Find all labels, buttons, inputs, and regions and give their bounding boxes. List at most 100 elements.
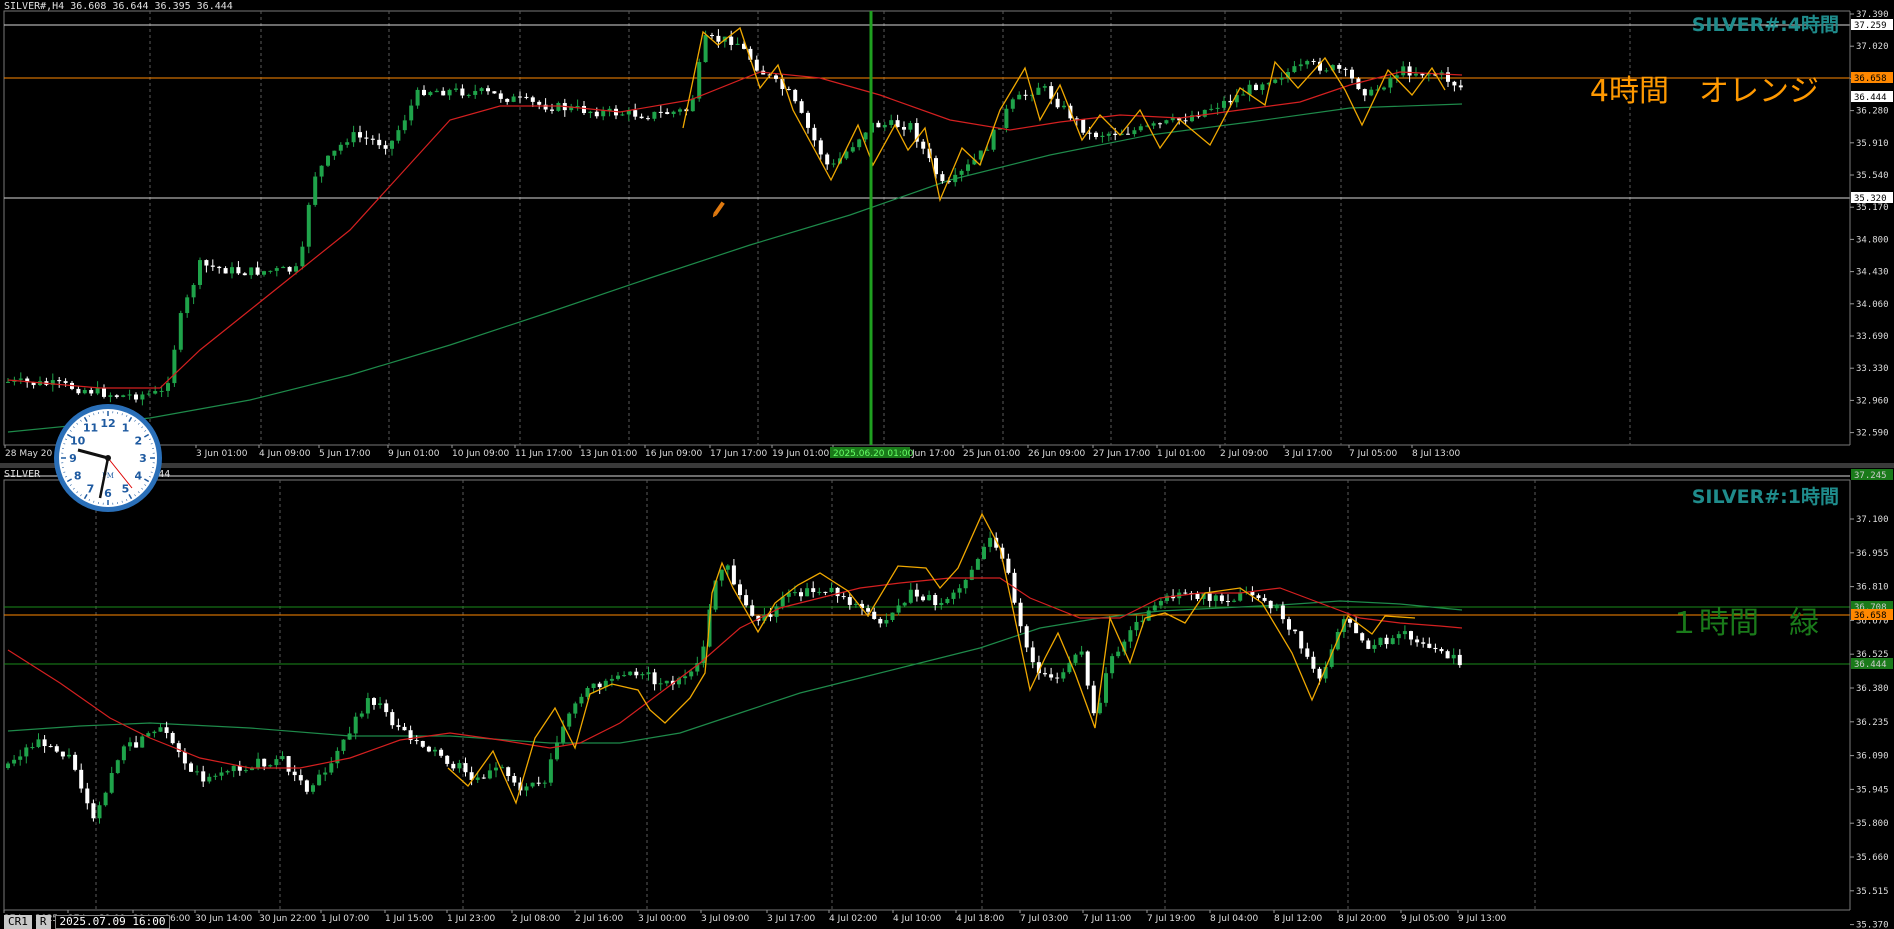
candle-body [1128,630,1133,642]
candle-body [555,742,559,760]
h1-chart-pane[interactable]: 37.100 36.955 36.810 36.670 36.525 36.380 36.2… [0,468,1894,929]
h1-chart-canvas[interactable]: 37.10036.95536.81036.67036.52536.38036.2… [0,468,1894,929]
candle-body [609,678,614,681]
candle-body [988,537,993,547]
price-tick-label: 34.060 [1856,300,1889,310]
candle-body [556,103,561,111]
candle-body [475,777,480,780]
status-r[interactable]: R [35,915,51,929]
candle-body [939,602,944,606]
candle-body [1420,73,1425,76]
candle-body [703,35,708,63]
candle-body [1414,73,1418,76]
candle-body [1043,673,1047,675]
candle-body [402,120,407,131]
candle-body [1138,126,1143,131]
candle-body [1024,626,1029,648]
candle-body [441,90,446,96]
candle-body [1104,673,1108,703]
candle-body [933,595,938,606]
candle-body [1279,77,1284,80]
candle-body [902,127,906,130]
candle-body [372,698,376,705]
time-tick-label: 27 Jun 17:00 [1093,449,1150,459]
candle-body [622,675,627,677]
h4-orange-label: 4時間 オレンジ [1589,74,1819,109]
candle-body [1274,605,1279,609]
candle-body [634,671,639,676]
time-tick-label: 9 Jul 13:00 [1458,914,1507,924]
candle-body [847,597,852,605]
time-tick-label: 3 Jul 17:00 [1284,449,1333,459]
candle-body [347,733,352,740]
time-tick-label: 1 Jul 07:00 [321,914,370,924]
candle-body [1273,79,1278,83]
candle-body [370,138,375,140]
candle-body [951,592,956,599]
candle-body [1452,81,1457,86]
candle-body [1324,70,1329,72]
h4-chart-pane[interactable]: 37.39037.02036.65036.28035.91035.54035.1… [0,0,1894,463]
price-tick-label: 35.515 [1856,887,1889,897]
candle-body [422,89,426,96]
price-tick-label: 33.330 [1856,364,1889,374]
time-tick-label: 1 Jul 23:00 [447,914,496,924]
clock-number: 1 [122,422,130,435]
candle-body [79,769,84,789]
candle-body [957,588,962,593]
time-tick-label: 30 Jun 14:00 [195,914,252,924]
candle-body [262,758,267,767]
candle-body [341,739,346,751]
analog-clock-widget[interactable]: 12 1 2 3 4 5 6 7 8 9 10 11 PM [52,402,164,514]
candle-body [690,98,695,112]
time-tick-label: 2 Jul 09:00 [1220,449,1269,459]
candle-body [1207,593,1212,601]
ma-green-line [7,600,1463,744]
candle-body [85,788,90,804]
price-tick-label: 36.810 [1856,583,1889,593]
clock-number: 11 [83,422,98,435]
candle-body [1158,123,1162,125]
time-tick-label: 3 Jul 00:00 [638,914,687,924]
candle-body [1100,135,1105,138]
candle-body [402,726,407,731]
candle-body [454,88,458,90]
price-tick-label: 34.430 [1856,268,1889,278]
candle-body [481,777,486,779]
time-tick-label: 9 Jul 05:00 [1401,914,1450,924]
candle-body [439,749,444,756]
candle-body [1006,558,1011,573]
candle-body [573,703,578,714]
price-tick-label: 34.800 [1856,235,1889,245]
time-tick-label: 25 Jun 01:00 [963,449,1020,459]
candle-body [579,696,584,704]
candle-body [710,35,714,37]
candle-body [414,740,419,742]
clock-number: 7 [87,482,95,495]
candle-body [927,595,932,601]
price-tick-label: 36.280 [1856,107,1889,117]
candle-body [329,763,334,773]
candle-body [731,565,736,585]
candle-body [806,112,810,128]
status-bar: CR1 R 2025.07.09 16:00 [4,915,171,929]
time-tick-label: 17 Jun 17:00 [710,449,767,459]
candle-body [1260,84,1265,90]
candle-body [1209,108,1214,110]
candle-body [426,746,431,752]
time-tick-label: 8 Jul 20:00 [1338,914,1387,924]
candle-body [1094,132,1098,138]
candle-body [1311,656,1316,669]
candle-body [219,772,224,776]
candle-body [207,776,212,782]
candle-body [18,378,23,380]
candle-body [1360,633,1365,641]
time-tick-label: 7 Jul 05:00 [1349,449,1398,459]
candle-body [243,770,248,772]
candle-body [63,381,68,383]
status-cr[interactable]: CR1 [4,915,32,929]
candle-body [683,676,688,679]
candle-body [850,147,855,152]
candle-body [793,89,798,102]
candle-body [1132,130,1137,135]
